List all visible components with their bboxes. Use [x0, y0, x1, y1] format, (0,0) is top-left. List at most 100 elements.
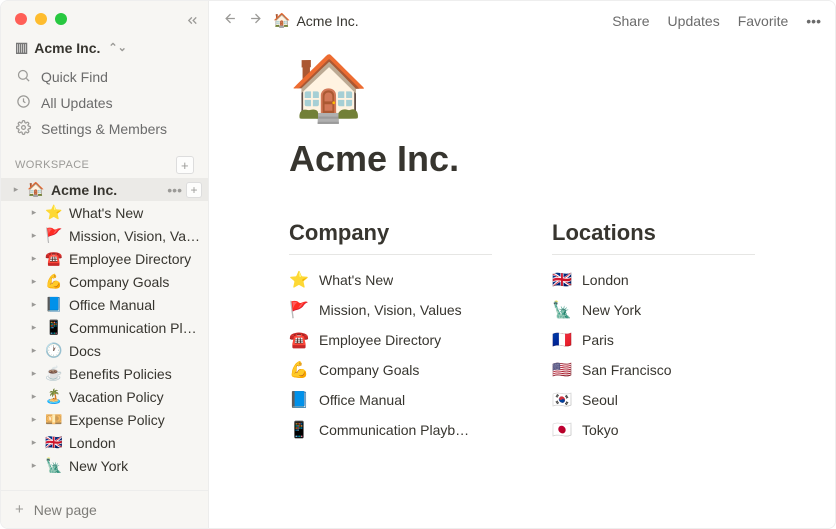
window-controls — [1, 1, 208, 33]
tree-item[interactable]: ▸ 🏝️ Vacation Policy — [1, 385, 208, 408]
page-link[interactable]: 🇺🇸San Francisco — [552, 355, 755, 385]
tree-item[interactable]: ▸🇬🇧London — [1, 431, 208, 454]
page-icon: ☕ — [45, 365, 63, 382]
page-label: Mission, Vision, Valu… — [69, 228, 202, 244]
company-column: Company ⭐What's New🚩Mission, Vision, Val… — [289, 220, 492, 445]
tree-item[interactable]: ▸ 🚩 Mission, Vision, Valu… — [1, 224, 208, 247]
toggle-icon[interactable]: ▸ — [29, 253, 39, 264]
link-icon: 📘 — [289, 390, 309, 410]
toggle-icon[interactable]: ▸ — [29, 391, 39, 402]
chevrons-left-icon — [185, 13, 200, 28]
tree-item[interactable]: ▸🕐Docs — [1, 339, 208, 362]
toggle-icon[interactable]: ▸ — [29, 299, 39, 310]
maximize-window-button[interactable] — [55, 13, 67, 25]
search-icon — [15, 68, 31, 86]
toggle-icon[interactable]: ▸ — [29, 414, 39, 425]
settings-members-button[interactable]: Settings & Members — [1, 116, 208, 142]
link-icon: 🇰🇷 — [552, 390, 572, 410]
new-page-button[interactable]: + New page — [1, 490, 208, 528]
tree-item[interactable]: ▸📘Office Manual — [1, 293, 208, 316]
page-link[interactable]: 📘 Office Manual — [289, 385, 492, 415]
updates-button[interactable]: Updates — [668, 13, 720, 29]
nav-back-button[interactable] — [223, 11, 238, 30]
share-button[interactable]: Share — [612, 13, 649, 29]
main-area: 🏠 Acme Inc. Share Updates Favorite ••• 🏠… — [209, 1, 835, 528]
toggle-icon[interactable]: ▸ — [29, 460, 39, 471]
close-window-button[interactable] — [15, 13, 27, 25]
topbar: 🏠 Acme Inc. Share Updates Favorite ••• — [209, 1, 835, 36]
page-link[interactable]: 💪 Company Goals — [289, 355, 492, 385]
favorite-button[interactable]: Favorite — [738, 13, 789, 29]
link-icon: 🚩 — [289, 300, 309, 320]
all-updates-button[interactable]: All Updates — [1, 90, 208, 116]
page-link[interactable]: 🗽New York — [552, 295, 755, 325]
tree-item[interactable]: ▸ 🗽 New York — [1, 454, 208, 477]
locations-heading: Locations — [552, 220, 755, 246]
link-icon: 💪 — [289, 360, 309, 380]
nav-forward-button[interactable] — [248, 11, 263, 30]
link-label: Communication Playb… — [319, 422, 469, 438]
gear-icon — [15, 120, 31, 138]
page-icon: 📘 — [45, 296, 63, 313]
breadcrumb[interactable]: 🏠 Acme Inc. — [273, 12, 359, 29]
minimize-window-button[interactable] — [35, 13, 47, 25]
settings-label: Settings & Members — [41, 121, 167, 137]
page-label: Vacation Policy — [69, 389, 202, 405]
page-link[interactable]: 🇬🇧London — [552, 265, 755, 295]
tree-item[interactable]: ▸📱Communication Play… — [1, 316, 208, 339]
toggle-icon[interactable]: ▸ — [29, 322, 39, 333]
tree-item[interactable]: ▸💪Company Goals — [1, 270, 208, 293]
divider — [552, 254, 755, 255]
toggle-icon[interactable]: ▸ — [29, 345, 39, 356]
page-link[interactable]: 🇰🇷Seoul — [552, 385, 755, 415]
more-menu-button[interactable]: ••• — [806, 13, 821, 29]
tree-root-acme[interactable]: ▸ 🏠 Acme Inc. ••• + — [1, 178, 208, 201]
link-label: Company Goals — [319, 362, 419, 378]
quick-find-label: Quick Find — [41, 69, 108, 85]
add-subpage-button[interactable]: + — [186, 182, 202, 198]
page-link[interactable]: 🚩Mission, Vision, Values — [289, 295, 492, 325]
toggle-icon[interactable]: ▸ — [29, 230, 39, 241]
quick-find-button[interactable]: Quick Find — [1, 64, 208, 90]
page-icon: 🏠 — [27, 181, 45, 198]
page-link[interactable]: ☎️Employee Directory — [289, 325, 492, 355]
company-heading: Company — [289, 220, 492, 246]
page-icon: 💪 — [45, 273, 63, 290]
page-icon: 🏝️ — [45, 388, 63, 405]
page-link[interactable]: 🇫🇷Paris — [552, 325, 755, 355]
toggle-icon[interactable]: ▸ — [11, 184, 21, 195]
plus-icon: + — [15, 501, 24, 518]
workspace-switcher[interactable]: ▥ Acme Inc. ⌃⌄ — [1, 33, 208, 64]
link-icon: 🇫🇷 — [552, 330, 572, 350]
divider — [289, 254, 492, 255]
page-link[interactable]: 📱Communication Playb… — [289, 415, 492, 445]
more-actions-button[interactable]: ••• — [167, 182, 182, 198]
toggle-icon[interactable]: ▸ — [29, 207, 39, 218]
page-label: New York — [69, 458, 202, 474]
page-link[interactable]: ⭐What's New — [289, 265, 492, 295]
page-content: 🏠 Acme Inc. Company ⭐What's New🚩Mission,… — [209, 36, 835, 445]
page-icon: 🚩 — [45, 227, 63, 244]
tree-item[interactable]: ▸☎️Employee Directory — [1, 247, 208, 270]
page-label: Acme Inc. — [51, 182, 161, 198]
add-page-button[interactable]: + — [176, 156, 194, 174]
tree-item[interactable]: ▸☕Benefits Policies — [1, 362, 208, 385]
toggle-icon[interactable]: ▸ — [29, 276, 39, 287]
tree-item[interactable]: ▸💴Expense Policy — [1, 408, 208, 431]
page-hero-icon[interactable]: 🏠 — [289, 56, 755, 120]
page-link[interactable]: 🇯🇵Tokyo — [552, 415, 755, 445]
tree-item[interactable]: ▸⭐What's New — [1, 201, 208, 224]
link-label: New York — [582, 302, 641, 318]
page-title[interactable]: Acme Inc. — [289, 138, 755, 180]
page-tree: ▸ 🏠 Acme Inc. ••• + ▸⭐What's New▸🚩Missio… — [1, 178, 208, 490]
page-icon: 💴 — [45, 411, 63, 428]
page-icon: 🗽 — [45, 457, 63, 474]
toggle-icon[interactable]: ▸ — [29, 368, 39, 379]
toggle-icon[interactable]: ▸ — [29, 437, 39, 448]
arrow-right-icon — [248, 11, 263, 26]
collapse-sidebar-button[interactable] — [185, 13, 200, 33]
link-label: What's New — [319, 272, 393, 288]
page-label: Employee Directory — [69, 251, 202, 267]
workspace-section-header: WORKSPACE + — [1, 142, 208, 178]
link-label: Office Manual — [319, 392, 405, 408]
